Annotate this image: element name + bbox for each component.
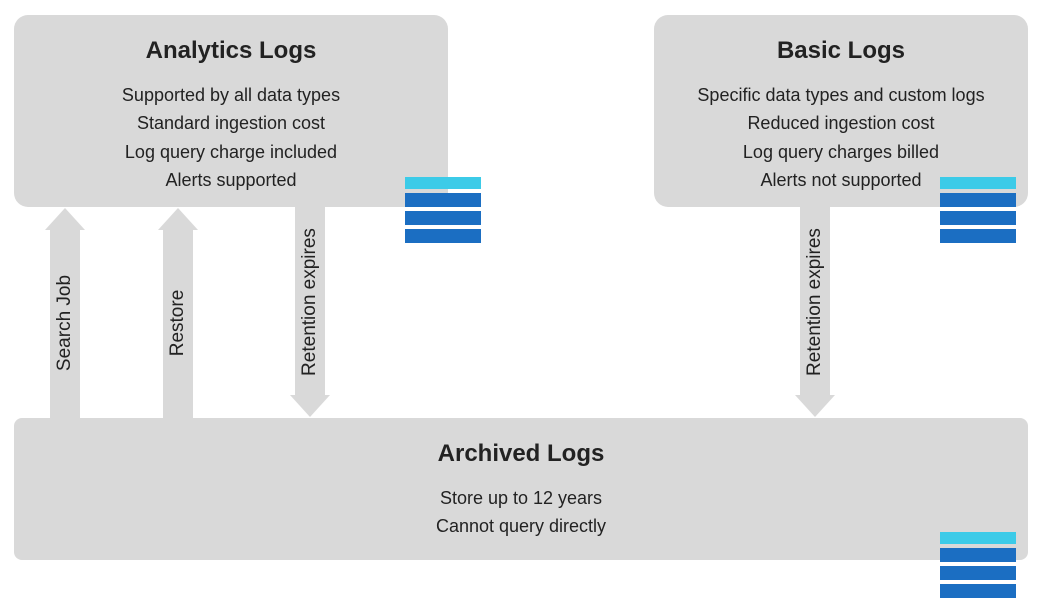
analytics-line: Alerts supported (14, 168, 448, 192)
retention-expires-arrow-basic: Retention expires (800, 207, 830, 397)
arrow-label: Retention expires (804, 228, 826, 376)
arrow-label: Restore (167, 290, 189, 357)
archived-logs-box: Archived Logs Store up to 12 years Canno… (14, 418, 1028, 560)
arrow-label: Retention expires (299, 228, 321, 376)
archived-line: Store up to 12 years (14, 486, 1028, 510)
retention-expires-arrow-analytics: Retention expires (295, 207, 325, 397)
basic-line: Reduced ingestion cost (654, 111, 1028, 135)
archived-line: Cannot query directly (14, 514, 1028, 538)
table-icon (940, 177, 1016, 241)
analytics-line: Log query charge included (14, 140, 448, 164)
basic-line: Log query charges billed (654, 140, 1028, 164)
basic-title: Basic Logs (654, 37, 1028, 65)
restore-arrow: Restore (163, 228, 193, 418)
analytics-logs-box: Analytics Logs Supported by all data typ… (14, 15, 448, 207)
analytics-line: Standard ingestion cost (14, 111, 448, 135)
analytics-line: Supported by all data types (14, 83, 448, 107)
arrow-label: Search Job (54, 275, 76, 371)
basic-line: Specific data types and custom logs (654, 83, 1028, 107)
archived-title: Archived Logs (14, 440, 1028, 468)
table-icon (940, 532, 1016, 596)
analytics-title: Analytics Logs (14, 37, 448, 65)
table-icon (405, 177, 481, 241)
search-job-arrow: Search Job (50, 228, 80, 418)
